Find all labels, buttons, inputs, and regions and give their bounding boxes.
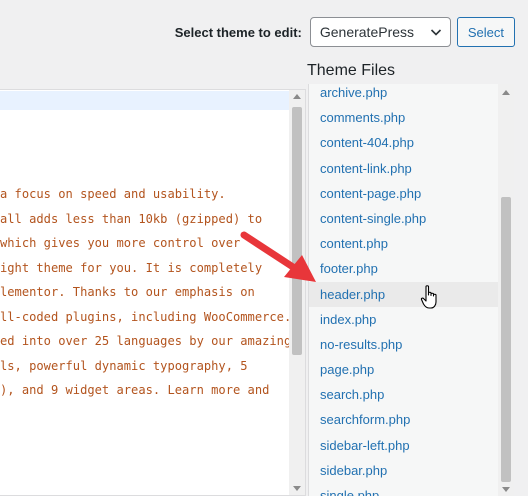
- file-link-index[interactable]: index.php: [309, 307, 499, 332]
- scroll-down-arrow-icon[interactable]: [293, 486, 301, 491]
- file-link-searchform[interactable]: searchform.php: [309, 407, 499, 432]
- file-link-content-link[interactable]: content-link.php: [309, 156, 499, 181]
- files-scrollbar-thumb[interactable]: [501, 197, 511, 482]
- editor-scrollbar-thumb[interactable]: [292, 107, 302, 355]
- code-line: a focus on speed and usability.: [0, 187, 226, 201]
- theme-select-label: Select theme to edit:: [174, 24, 302, 40]
- file-link-header[interactable]: header.php: [309, 281, 499, 307]
- code-line: lementor. Thanks to our emphasis on: [0, 285, 255, 299]
- files-scrollbar[interactable]: [498, 84, 514, 496]
- theme-files-heading: Theme Files: [307, 62, 396, 79]
- scroll-up-arrow-icon[interactable]: [293, 94, 301, 99]
- theme-dropdown[interactable]: GeneratePress: [309, 17, 451, 47]
- theme-dropdown-value: GeneratePress: [319, 24, 415, 40]
- code-line: ls, powerful dynamic typography, 5: [0, 358, 248, 373]
- file-link-single[interactable]: single.php: [309, 483, 499, 496]
- code-line: ed into over 25 languages by our amazing: [0, 334, 290, 348]
- select-theme-button[interactable]: Select: [456, 17, 515, 47]
- file-link-comments[interactable]: comments.php: [309, 105, 499, 130]
- code-line: ight theme for you. It is completely: [0, 260, 263, 275]
- file-link-content-404[interactable]: content-404.php: [309, 130, 499, 155]
- theme-selector: Select theme to edit: GeneratePress Sele…: [175, 17, 515, 47]
- file-link-sidebar[interactable]: sidebar.php: [309, 458, 499, 483]
- scroll-up-arrow-icon[interactable]: [502, 90, 510, 95]
- file-link-content-single[interactable]: content-single.php: [309, 206, 499, 231]
- scroll-down-arrow-icon[interactable]: [502, 487, 510, 492]
- file-link-content[interactable]: content.php: [309, 231, 499, 256]
- code-editor[interactable]: a focus on speed and usability. all adds…: [0, 89, 306, 496]
- code-line: ll-coded plugins, including WooCommerce.: [0, 309, 290, 324]
- code-line: which gives you more control over: [0, 236, 241, 250]
- file-link-page[interactable]: page.php: [309, 357, 499, 382]
- file-link-sidebar-left[interactable]: sidebar-left.php: [309, 433, 499, 458]
- file-link-no-results[interactable]: no-results.php: [309, 332, 499, 357]
- file-link-search[interactable]: search.php: [309, 382, 499, 407]
- code-line: ), and 9 widget areas. Learn more and: [0, 383, 270, 397]
- file-link-content-page[interactable]: content-page.php: [309, 181, 499, 206]
- code-lines: a focus on speed and usability. all adds…: [0, 182, 290, 403]
- chevron-down-icon: [430, 29, 441, 36]
- file-link-archive[interactable]: archive.php: [309, 84, 499, 105]
- code-line: all adds less than 10kb (gzipped) to: [0, 211, 263, 226]
- file-link-footer[interactable]: footer.php: [309, 256, 499, 281]
- file-list: archive.php comments.php content-404.php…: [309, 84, 499, 496]
- active-line-highlight: [0, 91, 290, 110]
- editor-scrollbar[interactable]: [289, 90, 305, 495]
- theme-files-list: archive.php comments.php content-404.php…: [308, 84, 514, 496]
